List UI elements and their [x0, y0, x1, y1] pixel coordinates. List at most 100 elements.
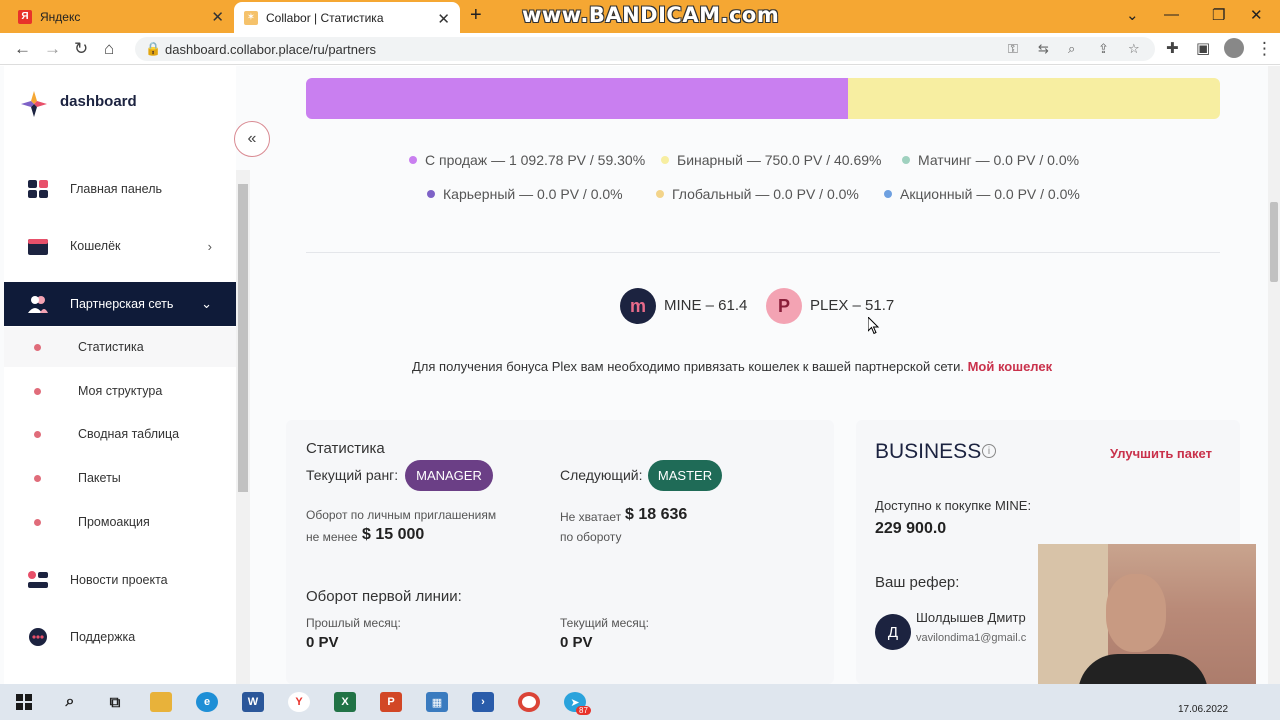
- page-scroll-thumb[interactable]: [1270, 202, 1278, 282]
- my-wallet-link[interactable]: Мой кошелек: [968, 359, 1053, 374]
- close-window-icon[interactable]: ✕: [1250, 6, 1263, 24]
- legend-dot: [661, 156, 669, 164]
- url-field[interactable]: 🔒 dashboard.collabor.place/ru/partners ⚿…: [135, 37, 1155, 61]
- mine-balance: MINE – 61.4: [664, 297, 748, 314]
- windows-taskbar: ⌕ ⧉ e W Y X P ▦ › ➤ 87 17.06.2022: [0, 684, 1280, 720]
- legend-label: Акционный: [900, 186, 973, 202]
- legend-value: — 1 092.78 PV / 59.30%: [491, 152, 646, 168]
- calculator-icon[interactable]: ▦: [426, 692, 448, 712]
- new-tab-icon[interactable]: +: [470, 4, 482, 27]
- word-icon[interactable]: W: [242, 692, 264, 712]
- lock-icon[interactable]: 🔒: [145, 41, 161, 57]
- reload-icon[interactable]: ↻: [74, 39, 88, 59]
- legend-label: Бинарный: [677, 152, 743, 168]
- tab-yandex[interactable]: Я Яндекс ✕: [8, 0, 234, 33]
- subitem-label: Моя структура: [78, 384, 163, 398]
- chevron-down-icon: ⌄: [201, 296, 212, 311]
- sidebar-item-news[interactable]: Новости проекта: [4, 558, 236, 602]
- sidebar-item-support[interactable]: Поддержка: [4, 615, 236, 659]
- extensions-icon[interactable]: ✚: [1166, 39, 1179, 57]
- restore-icon[interactable]: ❐: [1212, 6, 1225, 24]
- current-rank-label: Текущий ранг:: [306, 467, 399, 483]
- plex-balance: PLEX – 51.7: [810, 297, 895, 314]
- statistics-card: Статистика Текущий ранг: MANAGER Следующ…: [286, 420, 834, 684]
- close-icon[interactable]: ✕: [437, 10, 450, 28]
- excel-icon[interactable]: X: [334, 692, 356, 712]
- card-title: Статистика: [306, 440, 385, 457]
- sidebar-scroll-thumb[interactable]: [238, 184, 248, 492]
- chat-icon: [29, 628, 47, 646]
- powerpoint-icon[interactable]: P: [380, 692, 402, 712]
- cur-month-value: 0 PV: [560, 634, 593, 651]
- wallet-icon: [28, 239, 48, 255]
- yandex-icon: Я: [18, 9, 32, 24]
- cur-month-label: Текущий месяц:: [560, 616, 649, 630]
- double-chevron-left-icon: «: [247, 130, 257, 147]
- sidebar-scrollbar[interactable]: [236, 170, 250, 684]
- info-icon[interactable]: i: [982, 444, 996, 458]
- webcam-person-head: [1106, 574, 1166, 652]
- page-scrollbar[interactable]: [1268, 66, 1280, 684]
- back-icon[interactable]: ←: [14, 39, 31, 59]
- subitem-statistics[interactable]: Статистика: [4, 327, 236, 367]
- missing-suffix: по обороту: [560, 530, 622, 544]
- sidebar-item-partners[interactable]: Партнерская сеть ⌄: [4, 282, 236, 326]
- income-distribution-bar: [306, 78, 1220, 119]
- legend-label: Карьерный: [443, 186, 516, 202]
- collapse-sidebar-button[interactable]: «: [234, 121, 270, 157]
- search-icon[interactable]: ⌕: [59, 692, 81, 712]
- legend-item-career: Карьерный — 0.0 PV / 0.0%: [427, 186, 623, 202]
- sidebar-item-wallet[interactable]: Кошелёк ›: [4, 224, 236, 268]
- powershell-icon[interactable]: ›: [472, 692, 494, 712]
- menu-icon[interactable]: ⋮: [1256, 39, 1273, 59]
- minimize-icon[interactable]: —: [1164, 6, 1179, 23]
- sidebar-item-dashboard[interactable]: Главная панель: [4, 167, 236, 211]
- referrer-name: Шолдышев Дмитр: [916, 610, 1026, 625]
- task-view-icon[interactable]: ⧉: [104, 692, 126, 712]
- legend-value: — 0.0 PV / 0.0%: [975, 152, 1080, 168]
- subitem-summary-table[interactable]: Сводная таблица: [4, 414, 236, 454]
- coin-symbol: P: [777, 295, 790, 316]
- forward-icon[interactable]: →: [44, 39, 61, 59]
- sidebar-item-label: Главная панель: [70, 182, 163, 196]
- legend-item-binary: Бинарный — 750.0 PV / 40.69%: [661, 152, 881, 168]
- edge-icon[interactable]: e: [196, 692, 218, 712]
- key-icon[interactable]: ⚿: [1008, 41, 1018, 57]
- home-icon[interactable]: ⌂: [104, 39, 114, 59]
- sidebar-toggle-icon[interactable]: ▣: [1196, 39, 1210, 57]
- users-icon: [28, 296, 48, 313]
- tab-collabor[interactable]: ✶ Collabor | Статистика ✕: [234, 2, 460, 33]
- missing-label: Не хватает: [560, 510, 622, 524]
- subitem-packages[interactable]: Пакеты: [4, 458, 236, 498]
- legend-value: — 0.0 PV / 0.0%: [519, 186, 623, 202]
- profile-avatar[interactable]: [1224, 38, 1244, 58]
- yandex-browser-icon[interactable]: Y: [288, 692, 310, 712]
- bullet-icon: [34, 518, 41, 526]
- legend-item-sales: С продаж — 1 092.78 PV / 59.30%: [409, 152, 645, 168]
- subitem-label: Сводная таблица: [78, 427, 180, 441]
- zoom-icon[interactable]: ⌕: [1068, 41, 1075, 57]
- personal-turnover-value: $ 15 000: [362, 526, 425, 543]
- close-icon[interactable]: ✕: [211, 8, 224, 26]
- file-explorer-icon[interactable]: [150, 692, 172, 712]
- taskbar-date: 17.06.2022: [1178, 704, 1229, 715]
- bullet-icon: [34, 343, 41, 351]
- chevron-down-icon[interactable]: ⌄: [1126, 6, 1139, 24]
- translate-icon[interactable]: ⇆: [1038, 41, 1049, 57]
- share-icon[interactable]: ⇪: [1098, 41, 1109, 57]
- chrome-icon[interactable]: [518, 692, 540, 712]
- referrer-avatar: Д: [875, 614, 911, 650]
- next-rank-badge: MASTER: [648, 460, 722, 491]
- legend-dot: [427, 190, 435, 198]
- collabor-icon: ✶: [244, 10, 258, 25]
- windows-start-icon[interactable]: [16, 694, 32, 710]
- subitem-promo[interactable]: Промоакция: [4, 502, 236, 542]
- logo-icon: [21, 91, 47, 117]
- upgrade-package-link[interactable]: Улучшить пакет: [1110, 446, 1212, 461]
- subitem-structure[interactable]: Моя структура: [4, 371, 236, 411]
- next-rank-label: Следующий:: [560, 467, 643, 483]
- legend-label: Матчинг: [918, 152, 972, 168]
- legend-value: — 0.0 PV / 0.0%: [976, 186, 1080, 202]
- star-icon[interactable]: ☆: [1128, 41, 1140, 57]
- prev-month-label: Прошлый месяц:: [306, 616, 401, 630]
